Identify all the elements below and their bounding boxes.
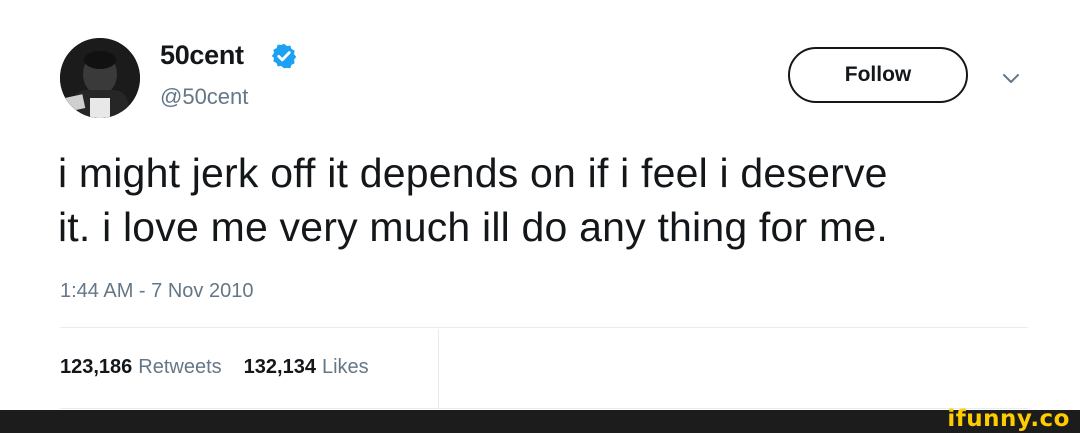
tweet-timestamp[interactable]: 1:44 AM - 7 Nov 2010: [60, 280, 253, 303]
tweet-card: 50cent @50cent Follow i might jerk off i…: [0, 0, 1080, 410]
retweets-stat[interactable]: 123,186 Retweets: [60, 356, 222, 379]
follow-button[interactable]: Follow: [788, 47, 968, 103]
likes-label: Likes: [321, 356, 369, 378]
divider: [60, 408, 1028, 409]
ifunny-watermark-logo: ifunny.co: [947, 406, 1070, 432]
avatar-image: [60, 38, 140, 118]
engagement-stats: 123,186 Retweets 132,134 Likes: [60, 356, 391, 379]
retweets-count: 123,186: [60, 356, 133, 378]
likes-stat[interactable]: 132,134 Likes: [244, 356, 369, 379]
verified-badge-icon: [271, 43, 297, 69]
tweet-text: i might jerk off it depends on if i feel…: [58, 146, 1058, 254]
likes-count: 132,134: [243, 356, 316, 378]
user-handle[interactable]: @50cent: [160, 84, 248, 110]
stats-separator: [438, 329, 439, 408]
avatar[interactable]: [60, 38, 140, 118]
display-name[interactable]: 50cent: [160, 40, 244, 71]
tweet-text-line: i might jerk off it depends on if i feel…: [58, 150, 888, 196]
retweets-label: Retweets: [138, 356, 222, 378]
divider: [60, 327, 1028, 328]
watermark-bar: [0, 410, 1080, 433]
tweet-text-line: it. i love me very much ill do any thing…: [58, 204, 888, 250]
chevron-down-icon[interactable]: [1000, 68, 1022, 90]
